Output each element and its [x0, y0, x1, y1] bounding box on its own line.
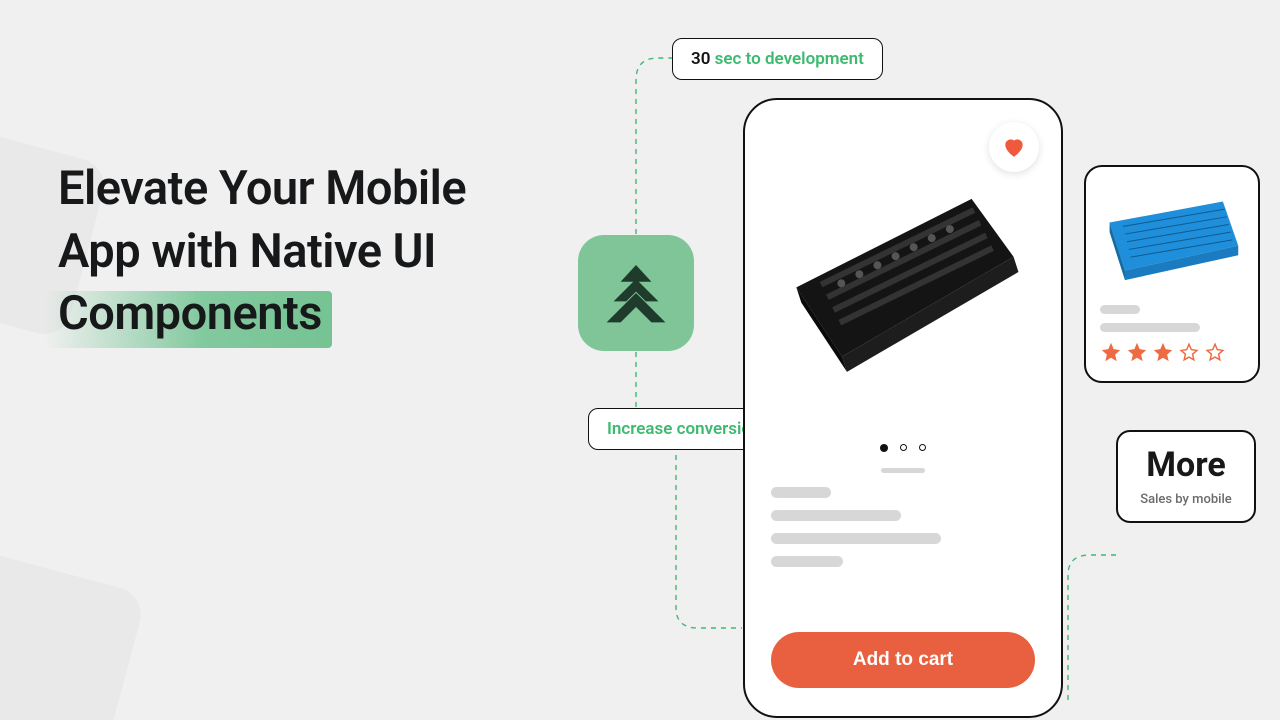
product-image-area [759, 114, 1047, 444]
page-headline: Elevate Your Mobile App with Native UI C… [58, 158, 528, 346]
callout-top: 30 sec to development [672, 38, 883, 80]
app-logo-icon [601, 258, 671, 328]
star-icon [1100, 341, 1122, 363]
bg-shape-2 [0, 533, 147, 720]
star-outline-icon [1204, 341, 1226, 363]
skeleton-line-2 [771, 533, 941, 544]
headline-highlighted: Components [58, 283, 322, 346]
stat-title: More [1132, 448, 1240, 482]
rating-stars [1100, 341, 1244, 363]
favorite-button[interactable] [989, 122, 1039, 172]
phone-screen: Add to cart [759, 114, 1047, 702]
heart-icon [1001, 134, 1027, 160]
carousel-dot-3[interactable] [919, 444, 926, 451]
star-outline-icon [1178, 341, 1200, 363]
callout-top-rest: sec to development [710, 49, 863, 69]
phone-mockup: Add to cart [743, 98, 1063, 718]
product-image-synth-black [763, 161, 1044, 397]
stat-card-more: More Sales by mobile [1116, 430, 1256, 523]
stat-subtitle: Sales by mobile [1132, 492, 1240, 507]
carousel-dots[interactable] [759, 444, 1047, 458]
add-to-cart-button[interactable]: Add to cart [771, 632, 1035, 688]
headline-line1: Elevate Your Mobile [58, 161, 466, 216]
skeleton-line-1 [771, 510, 901, 521]
star-icon [1126, 341, 1148, 363]
card-skeleton-1 [1100, 305, 1140, 314]
carousel-dot-1[interactable] [880, 444, 888, 452]
callout-top-bold: 30 [691, 49, 710, 69]
carousel-dot-2[interactable] [900, 444, 907, 451]
card-skeleton-2 [1100, 323, 1200, 332]
product-image-synth-blue [1100, 186, 1244, 286]
star-icon [1152, 341, 1174, 363]
product-card[interactable] [1084, 165, 1260, 383]
app-icon [578, 235, 694, 351]
sheet-grabber[interactable] [881, 468, 925, 473]
skeleton-price [771, 556, 843, 567]
product-card-image [1100, 181, 1244, 291]
hero-canvas: Elevate Your Mobile App with Native UI C… [0, 0, 1280, 720]
skeleton-title [771, 487, 831, 498]
headline-line2: App with Native UI [58, 224, 436, 279]
headline-highlighted-text: Components [58, 286, 322, 341]
